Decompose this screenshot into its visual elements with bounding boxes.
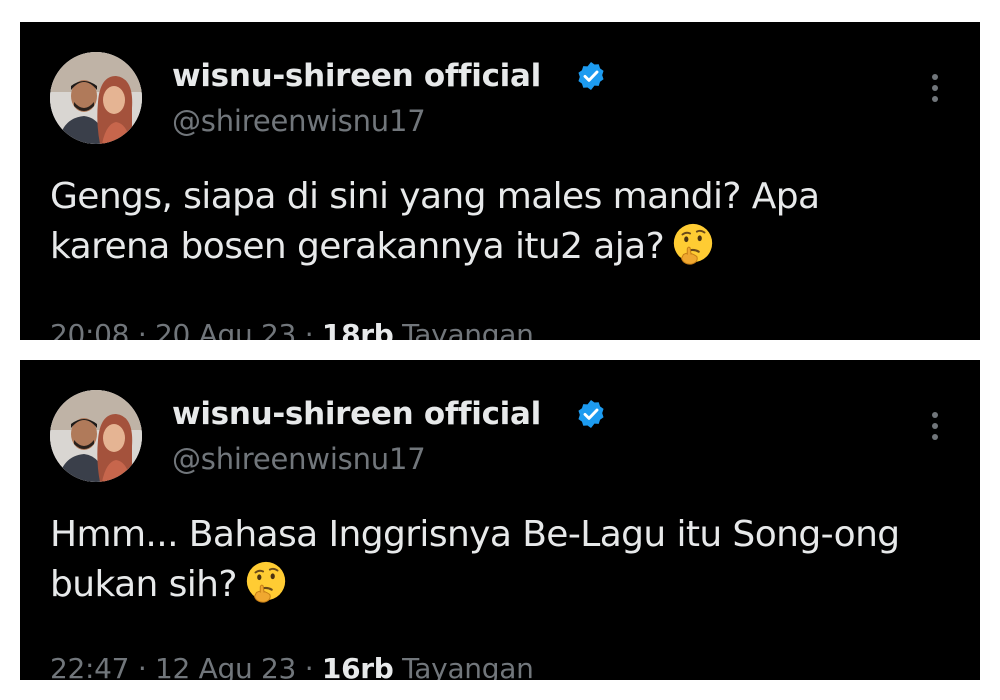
tweet-date[interactable]: 12 Agu 23 [155,652,296,680]
views-count[interactable]: 18rb [322,318,394,340]
avatar-image [50,390,142,482]
user-handle[interactable]: @shireenwisnu17 [172,104,426,138]
tweet-time[interactable]: 20:08 [50,318,130,340]
thinking-face-icon [673,223,713,265]
meta-separator: · [304,318,314,340]
user-handle[interactable]: @shireenwisnu17 [172,442,426,476]
tweet-text: Hmm... Bahasa Inggrisnya Be-Lagu itu Son… [50,510,950,610]
views-label[interactable]: Tayangan [402,652,534,680]
views-count[interactable]: 16rb [322,652,394,680]
more-options-icon[interactable] [930,412,940,446]
avatar[interactable] [50,390,142,482]
tweet-text-content: Hmm... Bahasa Inggrisnya Be-Lagu itu Son… [50,514,900,605]
meta-separator: · [304,652,314,680]
views-label[interactable]: Tayangan [402,318,534,340]
display-name[interactable]: wisnu-shireen official [172,396,541,432]
tweet-text: Gengs, siapa di sini yang males mandi? A… [50,172,950,272]
meta-separator: · [137,318,147,340]
thinking-face-icon [246,561,286,603]
tweet-card[interactable]: wisnu-shireen official @shireenwisnu17 H… [20,360,980,680]
display-name[interactable]: wisnu-shireen official [172,58,541,94]
verified-badge-icon[interactable] [575,60,607,92]
avatar-image [50,52,142,144]
more-options-icon[interactable] [930,74,940,108]
verified-badge-icon[interactable] [575,398,607,430]
tweet-date[interactable]: 20 Agu 23 [155,318,296,340]
tweet-meta: 20:08 · 20 Agu 23 · 18rb Tayangan [50,318,534,340]
tweet-time[interactable]: 22:47 [50,652,130,680]
tweet-meta: 22:47 · 12 Agu 23 · 16rb Tayangan [50,652,534,680]
avatar[interactable] [50,52,142,144]
meta-separator: · [137,652,147,680]
tweet-card[interactable]: wisnu-shireen official @shireenwisnu17 G… [20,22,980,340]
